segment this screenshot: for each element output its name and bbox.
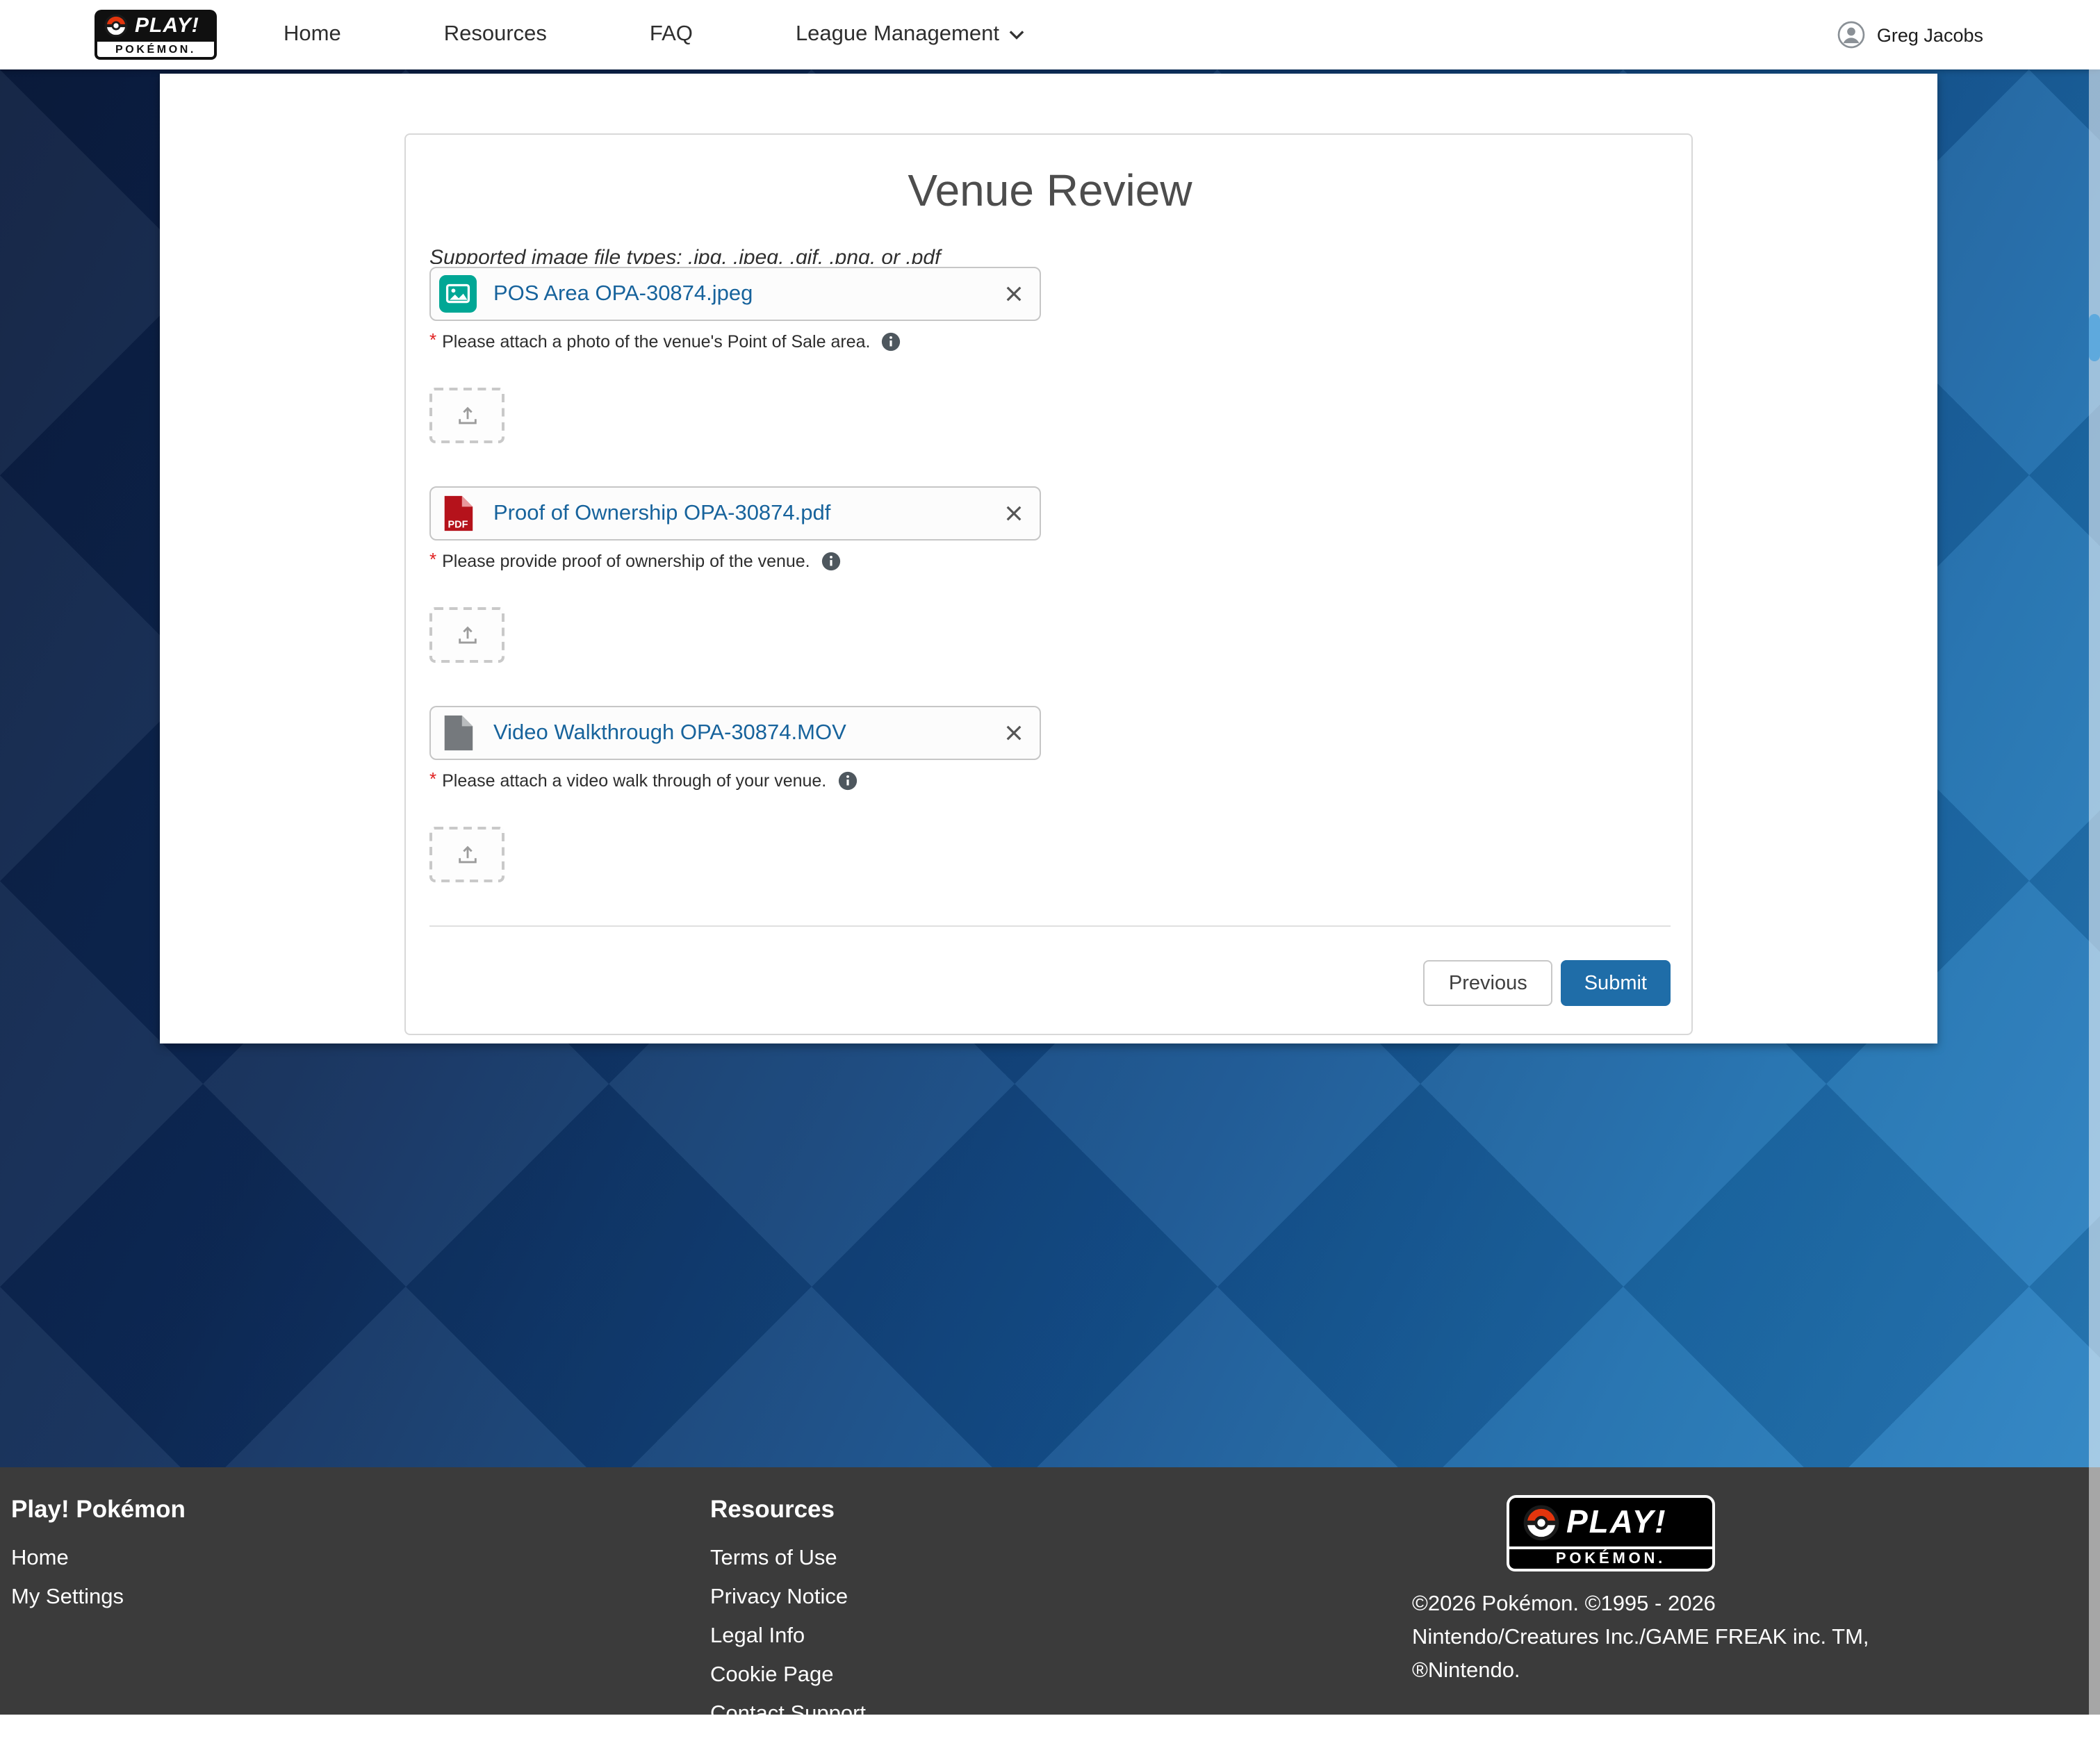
nav-item-home[interactable]: Home	[284, 22, 341, 47]
generic-file-icon	[439, 714, 477, 752]
scrollbar-thumb[interactable]	[2089, 314, 2100, 361]
required-marker: *	[429, 773, 436, 786]
footer-link-privacy-notice[interactable]: Privacy Notice	[710, 1585, 848, 1609]
footer: Play! Pokémon Home My Settings Resources…	[0, 1467, 2100, 1715]
remove-file-button[interactable]	[1002, 721, 1026, 745]
footer-col2-title: Resources	[710, 1495, 1412, 1524]
footer-link-contact-support[interactable]: Contact Support	[710, 1702, 866, 1726]
requirement-text: Please provide proof of ownership of the…	[442, 552, 810, 571]
divider	[429, 925, 1671, 927]
info-icon[interactable]	[837, 771, 857, 791]
file-types-note: Supported image file types: .jpg, .jpeg,…	[429, 246, 1671, 264]
upload-group-video-walkthrough: Video Walkthrough OPA-30874.MOV * Please…	[429, 706, 1671, 882]
copyright-line: ®Nintendo.	[1412, 1655, 1996, 1688]
attached-file-row: POS Area OPA-30874.jpeg	[429, 267, 1041, 321]
upload-group-pos-area: POS Area OPA-30874.jpeg * Please attach …	[429, 267, 1671, 443]
upload-dropzone[interactable]	[429, 607, 505, 663]
copyright-line: Nintendo/Creatures Inc./GAME FREAK inc. …	[1412, 1622, 1996, 1655]
user-menu[interactable]: Greg Jacobs	[1838, 21, 1983, 49]
footer-brand-logo-top: PLAY!	[1507, 1495, 1715, 1549]
footer-brand-logo: PLAY! POKÉMON.	[1507, 1495, 1715, 1571]
venue-review-card: Venue Review Supported image file types:…	[404, 133, 1693, 1035]
required-marker: *	[429, 333, 436, 347]
footer-link-legal-info[interactable]: Legal Info	[710, 1624, 805, 1648]
nav-item-resources[interactable]: Resources	[444, 22, 547, 47]
brand-logo[interactable]: PLAY! POKÉMON.	[95, 10, 217, 60]
requirement-row: * Please attach a photo of the venue's P…	[429, 332, 1671, 352]
footer-link-terms-of-use[interactable]: Terms of Use	[710, 1546, 837, 1570]
user-name: Greg Jacobs	[1877, 24, 1983, 45]
footer-brand-pokemon-text: POKÉMON.	[1507, 1549, 1715, 1571]
file-link[interactable]: Video Walkthrough OPA-30874.MOV	[493, 720, 846, 745]
required-marker: *	[429, 553, 436, 567]
attached-file-row: PDF Proof of Ownership OPA-30874.pdf	[429, 486, 1041, 541]
info-icon[interactable]	[821, 552, 841, 571]
svg-text:PDF: PDF	[448, 519, 468, 530]
footer-link-home[interactable]: Home	[11, 1546, 69, 1570]
requirement-row: * Please provide proof of ownership of t…	[429, 552, 1671, 571]
top-navbar: PLAY! POKÉMON. Home Resources FAQ League…	[0, 0, 2100, 69]
page-title: Venue Review	[429, 165, 1671, 215]
main-background: Venue Review Supported image file types:…	[0, 69, 2100, 1467]
previous-button[interactable]: Previous	[1424, 960, 1552, 1006]
close-icon	[1005, 504, 1023, 522]
form-actions: Previous Submit	[429, 960, 1671, 1006]
requirement-text: Please attach a video walk through of yo…	[442, 771, 826, 791]
file-link[interactable]: Proof of Ownership OPA-30874.pdf	[493, 501, 830, 526]
brand-play-text: PLAY!	[135, 14, 199, 38]
page: PLAY! POKÉMON. Home Resources FAQ League…	[0, 0, 2100, 1715]
upload-icon	[455, 623, 479, 647]
pokeball-icon	[1523, 1504, 1559, 1540]
nav-item-league-management[interactable]: League Management	[796, 22, 1024, 47]
footer-col-brand: PLAY! POKÉMON. ©2026 Pokémon. ©1995 - 20…	[1412, 1495, 2051, 1741]
brand-pokemon-text: POKÉMON.	[95, 42, 217, 60]
chevron-down-icon	[1009, 29, 1024, 40]
copyright-line: ©2026 Pokémon. ©1995 - 2026	[1412, 1588, 1996, 1622]
remove-file-button[interactable]	[1002, 282, 1026, 306]
upload-dropzone[interactable]	[429, 388, 505, 443]
submit-button[interactable]: Submit	[1561, 960, 1671, 1006]
requirement-text: Please attach a photo of the venue's Poi…	[442, 332, 870, 352]
file-link[interactable]: POS Area OPA-30874.jpeg	[493, 281, 753, 306]
scrollbar-track[interactable]	[2089, 0, 2100, 1715]
nav-league-management-label: League Management	[796, 22, 999, 47]
content-panel: Venue Review Supported image file types:…	[160, 74, 1937, 1043]
image-file-icon	[439, 275, 477, 313]
brand-logo-top: PLAY!	[95, 10, 217, 42]
footer-link-my-settings[interactable]: My Settings	[11, 1585, 124, 1609]
requirement-row: * Please attach a video walk through of …	[429, 771, 1671, 791]
remove-file-button[interactable]	[1002, 502, 1026, 525]
footer-col-play-pokemon: Play! Pokémon Home My Settings	[11, 1495, 710, 1741]
attached-file-row: Video Walkthrough OPA-30874.MOV	[429, 706, 1041, 760]
upload-dropzone[interactable]	[429, 827, 505, 882]
info-icon[interactable]	[881, 332, 901, 352]
footer-col1-title: Play! Pokémon	[11, 1495, 710, 1524]
nav-item-faq[interactable]: FAQ	[650, 22, 693, 47]
nav-links: Home Resources FAQ League Management	[284, 22, 1024, 47]
footer-col-resources: Resources Terms of Use Privacy Notice Le…	[710, 1495, 1412, 1741]
user-avatar-icon	[1838, 21, 1866, 49]
upload-group-proof-of-ownership: PDF Proof of Ownership OPA-30874.pdf * P…	[429, 486, 1671, 663]
footer-link-cookie-page[interactable]: Cookie Page	[710, 1663, 834, 1687]
footer-brand-play-text: PLAY!	[1566, 1503, 1667, 1541]
upload-icon	[455, 404, 479, 427]
pokeball-icon	[104, 14, 128, 38]
upload-icon	[455, 843, 479, 866]
pdf-file-icon: PDF	[439, 495, 477, 532]
close-icon	[1005, 285, 1023, 303]
copyright-text: ©2026 Pokémon. ©1995 - 2026 Nintendo/Cre…	[1412, 1588, 1996, 1688]
close-icon	[1005, 724, 1023, 742]
